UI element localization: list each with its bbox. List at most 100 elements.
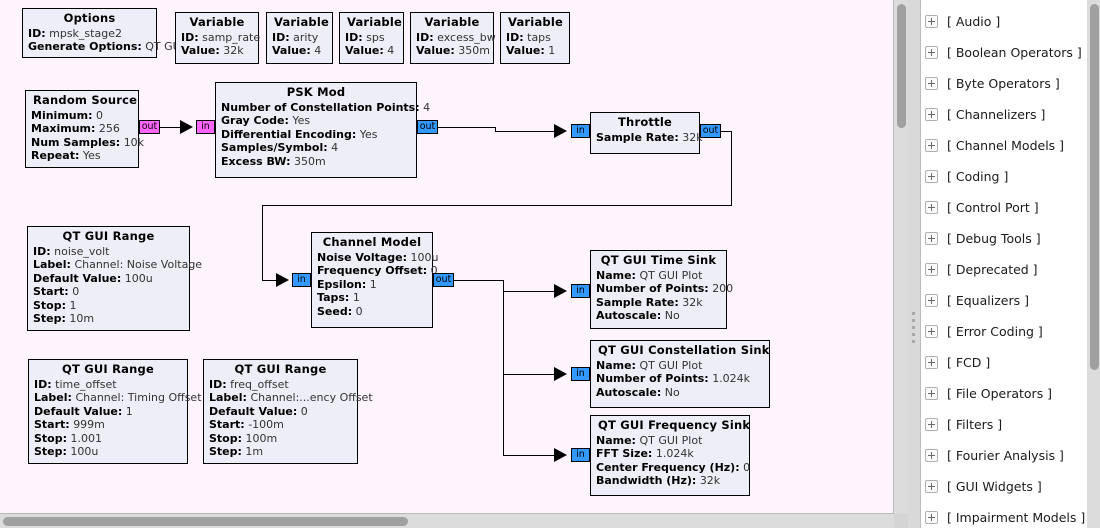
plus-icon[interactable] xyxy=(925,325,938,338)
sidebar-item-control-port[interactable]: [ Control Port ] xyxy=(921,192,1086,223)
qt-gui-range-time-offset-block[interactable]: QT GUI Range ID: time_offset Label: Channe… xyxy=(28,359,202,464)
plus-icon[interactable] xyxy=(925,170,938,183)
block-param-row: Value: 4 xyxy=(345,44,398,57)
block-param-key: Center Frequency (Hz): xyxy=(596,460,740,474)
throttle-block[interactable]: Throttle Sample Rate: 32k xyxy=(590,112,703,154)
sidebar-item-coding[interactable]: [ Coding ] xyxy=(921,161,1086,192)
psk-mod-out-port[interactable]: out xyxy=(417,120,438,134)
sidebar-item-boolean-operators[interactable]: [ Boolean Operators ] xyxy=(921,37,1086,68)
block-param-key: Step: xyxy=(209,445,242,459)
block-param-row: Autoscale: No xyxy=(596,386,764,399)
sidebar-vertical-scrollbar-thumb[interactable] xyxy=(1090,4,1099,370)
block-param-row: Stop: 1.001 xyxy=(34,432,182,445)
sidebar-vertical-scrollbar[interactable] xyxy=(1087,0,1100,528)
psk-mod-in-port[interactable]: in xyxy=(196,120,215,134)
plus-icon[interactable] xyxy=(925,294,938,307)
sidebar-item-channel-models[interactable]: [ Channel Models ] xyxy=(921,130,1086,161)
sidebar-item-error-coding[interactable]: [ Error Coding ] xyxy=(921,316,1086,347)
block-param-row: Samples/Symbol: 4 xyxy=(221,141,411,154)
arrow-psk-in xyxy=(180,120,193,134)
block-param-key: ID: xyxy=(34,378,52,391)
sidebar-item-byte-operators[interactable]: [ Byte Operators ] xyxy=(921,68,1086,99)
sidebar-item-label: [ Control Port ] xyxy=(947,200,1039,215)
block-param-row: Sample Rate: 32k xyxy=(596,131,703,144)
plus-icon[interactable] xyxy=(925,480,938,493)
block-title: Variable xyxy=(508,15,563,29)
random-source-out-port[interactable]: out xyxy=(139,120,160,134)
sidebar-item-filters[interactable]: [ Filters ] xyxy=(921,409,1086,440)
sidebar-item-fcd[interactable]: [ FCD ] xyxy=(921,347,1086,378)
canvas-horizontal-scrollbar[interactable] xyxy=(0,514,894,528)
sidebar-item-impairment-models[interactable]: [ Impairment Models ] xyxy=(921,502,1086,528)
block-param-value: Yes xyxy=(82,149,101,163)
panel-splitter[interactable] xyxy=(908,0,920,528)
plus-icon[interactable] xyxy=(925,108,938,121)
random-source-block[interactable]: Random Source Minimum: 0 Maximum: 256 Num S… xyxy=(25,90,144,168)
variable-arity-block[interactable]: Variable ID: arity Value: 4 xyxy=(266,12,333,64)
sidebar-item-channelizers[interactable]: [ Channelizers ] xyxy=(921,99,1086,130)
qt-gui-time-sink-in-port[interactable]: in xyxy=(571,284,590,298)
sidebar-item-audio[interactable]: [ Audio ] xyxy=(921,6,1086,37)
arrow-frequency-sink-in xyxy=(554,448,567,462)
block-param-row: Gray Code: Yes xyxy=(221,114,411,127)
variable-taps-block[interactable]: Variable ID: taps Value: 1 xyxy=(500,12,570,64)
block-param-value: QT GUI Plot xyxy=(639,434,703,447)
qt-gui-range-freq-offset-block[interactable]: QT GUI Range ID: freq_offset Label: Channe… xyxy=(203,359,373,464)
sidebar-item-file-operators[interactable]: [ File Operators ] xyxy=(921,378,1086,409)
plus-icon[interactable] xyxy=(925,201,938,214)
plus-icon[interactable] xyxy=(925,77,938,90)
plus-icon[interactable] xyxy=(925,418,938,431)
sidebar-item-deprecated[interactable]: [ Deprecated ] xyxy=(921,254,1086,285)
variable-excess-bw-block[interactable]: Variable ID: excess_bw Value: 350m xyxy=(410,12,496,64)
block-param-row: Excess BW: 350m xyxy=(221,155,411,168)
sidebar-item-debug-tools[interactable]: [ Debug Tools ] xyxy=(921,223,1086,254)
qt-gui-range-noise-volt-block[interactable]: QT GUI Range ID: noise_volt Label: Channel… xyxy=(27,226,202,331)
plus-icon[interactable] xyxy=(925,449,938,462)
plus-icon[interactable] xyxy=(925,232,938,245)
block-param-value: 32k xyxy=(699,474,721,488)
canvas-horizontal-scrollbar-thumb[interactable] xyxy=(3,517,408,526)
sidebar-item-equalizers[interactable]: [ Equalizers ] xyxy=(921,285,1086,316)
qt-gui-frequency-sink-block[interactable]: QT GUI Frequency Sink Name: QT GUI Plot FF… xyxy=(590,415,750,496)
block-param-row: Differential Encoding: Yes xyxy=(221,128,411,141)
plus-icon[interactable] xyxy=(925,263,938,276)
plus-icon[interactable] xyxy=(925,139,938,152)
flowgraph-canvas[interactable]: Options ID: mpsk_stage2 Generate Options: … xyxy=(0,0,894,514)
variable-sps-block[interactable]: Variable ID: sps Value: 4 xyxy=(339,12,404,64)
canvas-vertical-scrollbar-thumb[interactable] xyxy=(897,4,906,128)
plus-icon[interactable] xyxy=(925,387,938,400)
channel-model-in-port[interactable]: in xyxy=(292,273,311,287)
channel-model-out-port[interactable]: out xyxy=(433,273,454,287)
sidebar-item-gui-widgets[interactable]: [ GUI Widgets ] xyxy=(921,471,1086,502)
qt-gui-constellation-sink-in-port[interactable]: in xyxy=(571,367,590,381)
variable-samp-rate-block[interactable]: Variable ID: samp_rate Value: 32k xyxy=(175,12,260,64)
block-param-row: ID: sps xyxy=(345,31,398,44)
psk-mod-block[interactable]: PSK Mod Number of Constellation Points: 4… xyxy=(215,82,430,178)
block-library-tree[interactable]: [ Audio ] [ Boolean Operators ] [ Byte Ope… xyxy=(921,0,1086,528)
options-block[interactable]: Options ID: mpsk_stage2 Generate Options: … xyxy=(22,8,184,58)
block-param-key: Generate Options: xyxy=(28,40,142,54)
throttle-out-port[interactable]: out xyxy=(700,124,721,138)
block-param-key: Value: xyxy=(181,44,220,58)
block-param-key: Autoscale: xyxy=(596,309,662,323)
plus-icon[interactable] xyxy=(925,356,938,369)
plus-icon[interactable] xyxy=(925,511,938,524)
sidebar-item-fourier-analysis[interactable]: [ Fourier Analysis ] xyxy=(921,440,1086,471)
block-param-row: Num Samples: 10k xyxy=(31,136,144,149)
channel-model-block[interactable]: Channel Model Noise Voltage: 100u Frequenc… xyxy=(311,232,439,328)
qt-gui-frequency-sink-in-port[interactable]: in xyxy=(571,448,590,462)
block-title: Variable xyxy=(347,15,402,29)
block-param-row: FFT Size: 1.024k xyxy=(596,447,744,460)
qt-gui-time-sink-block[interactable]: QT GUI Time Sink Name: QT GUI Plot Number … xyxy=(590,250,733,329)
throttle-in-port[interactable]: in xyxy=(571,124,590,138)
sidebar-item-label: [ Audio ] xyxy=(947,14,1001,29)
block-param-row: Label: Channel: Timing Offset xyxy=(34,391,202,404)
plus-icon[interactable] xyxy=(925,46,938,59)
block-param-key: Stop: xyxy=(209,431,243,445)
block-param-value: 10m xyxy=(69,312,95,326)
canvas-vertical-scrollbar[interactable] xyxy=(894,0,908,513)
plus-icon[interactable] xyxy=(925,15,938,28)
block-param-key: Value: xyxy=(272,44,311,58)
block-param-key: Taps: xyxy=(317,291,350,305)
qt-gui-constellation-sink-block[interactable]: QT GUI Constellation Sink Name: QT GUI Pl… xyxy=(590,340,770,408)
